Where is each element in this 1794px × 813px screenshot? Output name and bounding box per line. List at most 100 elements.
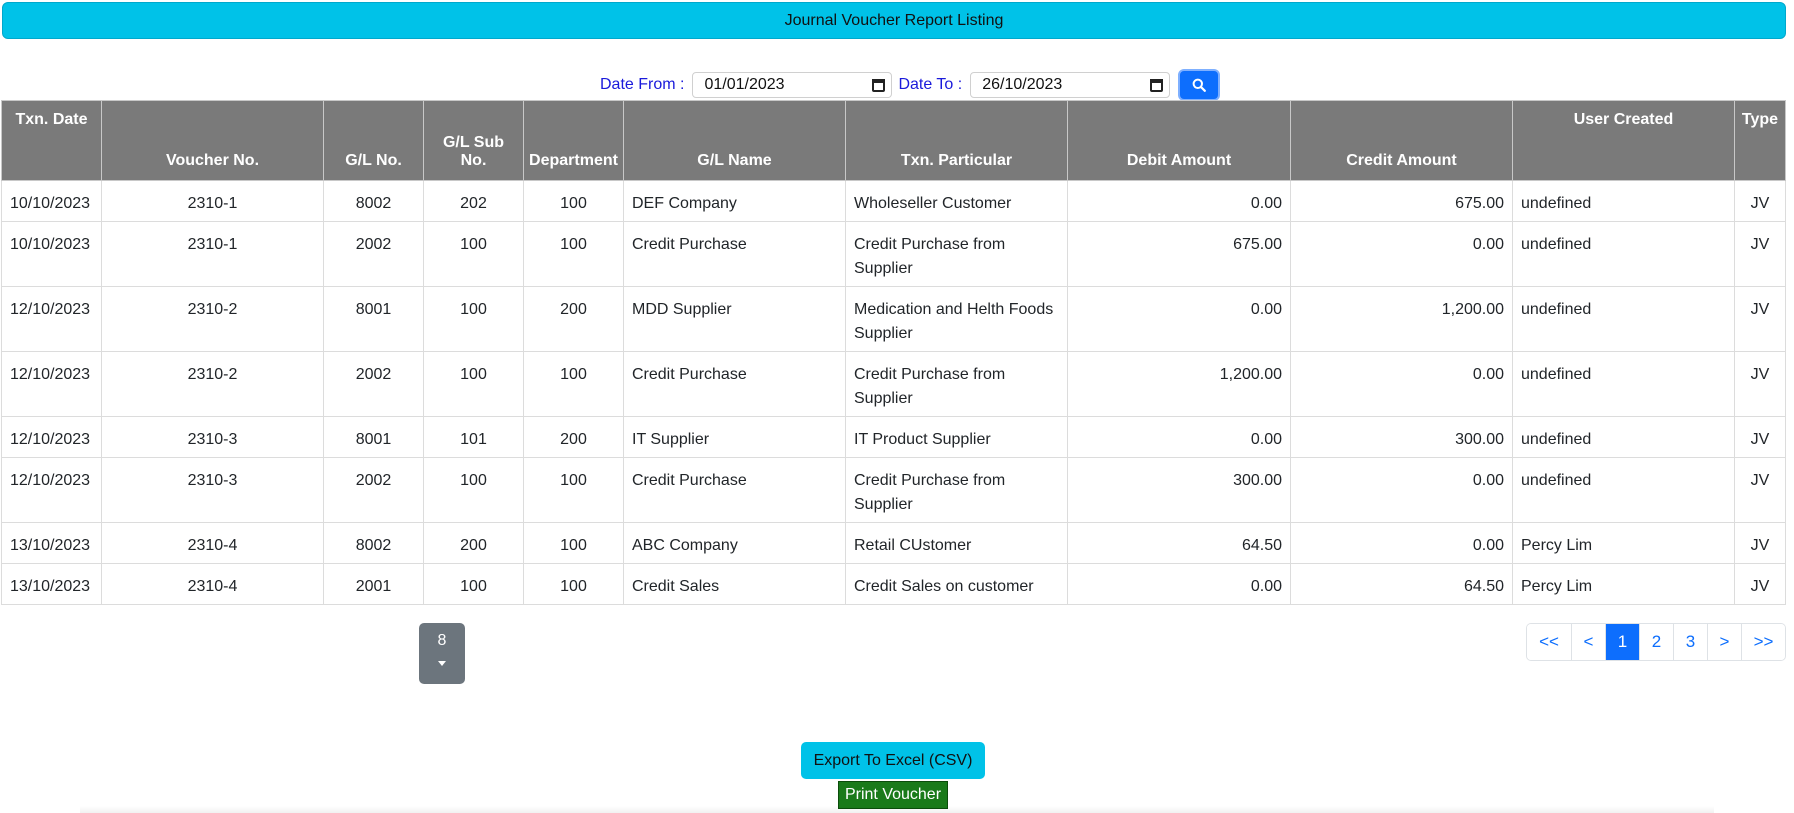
col-header-debit-amount[interactable]: Debit Amount <box>1067 100 1291 181</box>
pagination-page-3[interactable]: 3 <box>1673 624 1707 660</box>
cell-department: 100 <box>523 457 624 523</box>
date-to-value: 26/10/2023 <box>982 76 1063 93</box>
cell-txn-date: 13/10/2023 <box>1 522 102 564</box>
cell-user-created: Percy Lim <box>1512 522 1735 564</box>
export-csv-button[interactable]: Export To Excel (CSV) <box>801 742 985 779</box>
search-button[interactable] <box>1178 69 1221 101</box>
cell-gl-no: 2002 <box>323 351 424 417</box>
cell-txn-particular: Credit Sales on customer <box>845 563 1068 605</box>
table-row[interactable]: 10/10/2023 2310-1 2002 100 100 Credit Pu… <box>1 221 1786 287</box>
cell-gl-no: 2002 <box>323 457 424 523</box>
pagination-last[interactable]: >> <box>1741 624 1785 660</box>
cell-gl-sub-no: 100 <box>423 221 524 287</box>
cell-voucher-no: 2310-3 <box>101 416 324 458</box>
col-header-user-created[interactable]: User Created <box>1512 100 1735 181</box>
pagination-next[interactable]: > <box>1707 624 1741 660</box>
cell-gl-no: 2002 <box>323 221 424 287</box>
cell-voucher-no: 2310-3 <box>101 457 324 523</box>
cell-credit-amount: 0.00 <box>1290 351 1513 417</box>
cell-txn-particular: Medication and Helth Foods Supplier <box>845 286 1068 352</box>
cell-txn-particular: Credit Purchase from Supplier <box>845 351 1068 417</box>
cell-gl-name: Credit Purchase <box>623 457 846 523</box>
col-header-gl-sub-no[interactable]: G/L Sub No. <box>423 100 524 181</box>
pagination-page-2[interactable]: 2 <box>1639 624 1673 660</box>
cell-voucher-no: 2310-2 <box>101 351 324 417</box>
cell-txn-particular: Credit Purchase from Supplier <box>845 221 1068 287</box>
cell-gl-sub-no: 202 <box>423 180 524 222</box>
cell-department: 100 <box>523 563 624 605</box>
cell-debit-amount: 0.00 <box>1067 286 1291 352</box>
table-row[interactable]: 10/10/2023 2310-1 8002 202 100 DEF Compa… <box>1 180 1786 222</box>
cell-txn-date: 10/10/2023 <box>1 180 102 222</box>
cell-voucher-no: 2310-1 <box>101 221 324 287</box>
cell-gl-sub-no: 101 <box>423 416 524 458</box>
col-header-type[interactable]: Type <box>1734 100 1786 181</box>
table-row[interactable]: 12/10/2023 2310-2 2002 100 100 Credit Pu… <box>1 351 1786 417</box>
pagination-first[interactable]: << <box>1527 624 1571 660</box>
cell-txn-date: 10/10/2023 <box>1 221 102 287</box>
col-header-txn-particular[interactable]: Txn. Particular <box>845 100 1068 181</box>
cell-credit-amount: 1,200.00 <box>1290 286 1513 352</box>
cell-gl-no: 8001 <box>323 286 424 352</box>
col-header-voucher-no[interactable]: Voucher No. <box>101 100 324 181</box>
table-row[interactable]: 12/10/2023 2310-3 8001 101 200 IT Suppli… <box>1 416 1786 458</box>
col-header-department[interactable]: Department <box>523 100 624 181</box>
cell-gl-no: 2001 <box>323 563 424 605</box>
cell-department: 100 <box>523 522 624 564</box>
col-header-gl-no[interactable]: G/L No. <box>323 100 424 181</box>
cell-gl-no: 8002 <box>323 522 424 564</box>
cell-gl-name: MDD Supplier <box>623 286 846 352</box>
cell-txn-date: 12/10/2023 <box>1 351 102 417</box>
col-header-txn-date[interactable]: Txn. Date <box>1 100 102 181</box>
date-to-input[interactable]: 26/10/2023 <box>970 72 1171 98</box>
cell-gl-sub-no: 100 <box>423 457 524 523</box>
cell-voucher-no: 2310-2 <box>101 286 324 352</box>
date-from-value: 01/01/2023 <box>704 76 785 93</box>
cell-type: JV <box>1734 180 1786 222</box>
cell-user-created: Percy Lim <box>1512 563 1735 605</box>
cell-gl-name: Credit Purchase <box>623 351 846 417</box>
cell-gl-no: 8001 <box>323 416 424 458</box>
cell-user-created: undefined <box>1512 180 1735 222</box>
cell-gl-name: ABC Company <box>623 522 846 564</box>
cell-gl-name: IT Supplier <box>623 416 846 458</box>
cell-gl-name: Credit Sales <box>623 563 846 605</box>
search-icon <box>1192 78 1207 92</box>
print-voucher-button[interactable]: Print Voucher <box>838 781 948 809</box>
pagination-prev[interactable]: < <box>1571 624 1605 660</box>
cell-type: JV <box>1734 221 1786 287</box>
cell-txn-particular: IT Product Supplier <box>845 416 1068 458</box>
date-from-input[interactable]: 01/01/2023 <box>692 72 893 98</box>
caret-down-icon <box>438 661 446 666</box>
cell-type: JV <box>1734 351 1786 417</box>
calendar-icon[interactable] <box>872 78 886 92</box>
cell-debit-amount: 675.00 <box>1067 221 1291 287</box>
cell-department: 100 <box>523 180 624 222</box>
date-to-label: Date To : <box>898 76 963 93</box>
cell-type: JV <box>1734 563 1786 605</box>
cell-gl-no: 8002 <box>323 180 424 222</box>
table-row[interactable]: 13/10/2023 2310-4 2001 100 100 Credit Sa… <box>1 563 1786 605</box>
cell-user-created: undefined <box>1512 416 1735 458</box>
voucher-table: Txn. Date Voucher No. G/L No. G/L Sub No… <box>1 100 1786 605</box>
col-header-credit-amount[interactable]: Credit Amount <box>1290 100 1513 181</box>
cell-debit-amount: 0.00 <box>1067 416 1291 458</box>
cell-voucher-no: 2310-4 <box>101 563 324 605</box>
page-size-value: 8 <box>437 632 447 649</box>
col-header-gl-name[interactable]: G/L Name <box>623 100 846 181</box>
cell-credit-amount: 64.50 <box>1290 563 1513 605</box>
table-row[interactable]: 13/10/2023 2310-4 8002 200 100 ABC Compa… <box>1 522 1786 564</box>
cell-credit-amount: 0.00 <box>1290 221 1513 287</box>
cell-debit-amount: 1,200.00 <box>1067 351 1291 417</box>
cell-type: JV <box>1734 457 1786 523</box>
table-row[interactable]: 12/10/2023 2310-2 8001 100 200 MDD Suppl… <box>1 286 1786 352</box>
cell-txn-particular: Credit Purchase from Supplier <box>845 457 1068 523</box>
page-size-dropdown[interactable]: 8 <box>419 623 465 684</box>
table-row[interactable]: 12/10/2023 2310-3 2002 100 100 Credit Pu… <box>1 457 1786 523</box>
cell-txn-date: 13/10/2023 <box>1 563 102 605</box>
pagination-page-1[interactable]: 1 <box>1605 624 1639 660</box>
calendar-icon[interactable] <box>1150 78 1164 92</box>
date-from-label: Date From : <box>600 76 685 93</box>
cell-voucher-no: 2310-4 <box>101 522 324 564</box>
cell-gl-sub-no: 200 <box>423 522 524 564</box>
